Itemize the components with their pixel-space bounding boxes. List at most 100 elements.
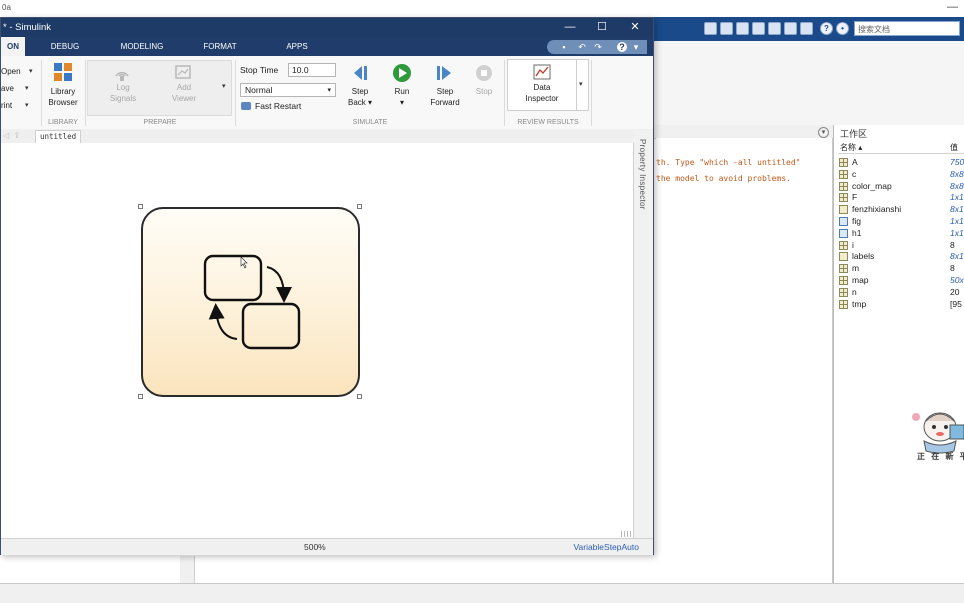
save-icon[interactable]: [704, 22, 717, 35]
tab-format[interactable]: FORMAT: [197, 37, 243, 56]
tab-simulation[interactable]: ON: [1, 37, 25, 56]
close-icon[interactable]: ✕: [618, 19, 652, 36]
stop-time-label: Stop Time: [240, 65, 279, 75]
column-value-header[interactable]: 值: [950, 142, 958, 153]
figure-icon: [839, 217, 848, 226]
variable-value: 20: [950, 286, 960, 297]
stop-button: Stop: [475, 87, 493, 96]
step-back-button[interactable]: Step Back ▾: [339, 86, 381, 108]
data-inspector-label: Data Inspector: [525, 83, 559, 103]
chevron-down-icon[interactable]: ▾: [631, 42, 641, 52]
variable-value: 8x1: [950, 204, 964, 215]
simulation-mode-select[interactable]: Normal ▾: [240, 83, 336, 97]
breadcrumb[interactable]: untitled: [35, 130, 82, 144]
minimize-icon[interactable]: —: [553, 19, 587, 36]
variable-value: 1x1: [950, 227, 964, 238]
tab-debug[interactable]: DEBUG: [43, 37, 87, 56]
workspace-variable-row[interactable]: h1 1x1: [838, 228, 964, 240]
tab-apps[interactable]: APPS: [279, 37, 315, 56]
resize-handle[interactable]: [138, 394, 143, 399]
matlab-close-icon[interactable]: —: [947, 1, 958, 13]
tab-modeling[interactable]: MODELING: [113, 37, 171, 56]
workspace-variable-row[interactable]: F 1x1: [838, 192, 964, 204]
canvas-scroll-grip[interactable]: [621, 531, 631, 537]
workspace-variable-row[interactable]: m8: [838, 263, 964, 275]
chevron-down-icon[interactable]: ▾: [29, 67, 33, 75]
workspace-variable-row[interactable]: c 8x8: [838, 169, 964, 181]
command-window-menu-icon[interactable]: ▾: [818, 127, 829, 138]
workspace-variable-row[interactable]: map 50x: [838, 275, 964, 287]
cell-icon: [839, 205, 848, 215]
open-button[interactable]: Open: [1, 67, 21, 76]
workspace-variable-row[interactable]: A 750: [838, 157, 964, 169]
variable-name: fig: [852, 216, 861, 226]
group-divider: [85, 60, 86, 126]
workspace-variable-row[interactable]: color_map 8x8: [838, 181, 964, 193]
undo-icon[interactable]: ↶: [577, 42, 587, 52]
prepare-gallery-expand-icon[interactable]: ▾: [222, 82, 226, 90]
data-inspector-dropdown[interactable]: ▾: [576, 59, 589, 111]
switch-windows-icon[interactable]: [800, 22, 813, 35]
command-window[interactable]: th. Type "which -all untitled" the model…: [656, 138, 833, 583]
navigation-arrows[interactable]: ◁ ⇧: [3, 131, 20, 140]
workspace-variable-row[interactable]: tmp [95: [838, 299, 964, 311]
mascot-caption: 正 在 新 平: [917, 452, 964, 461]
paste-icon[interactable]: [752, 22, 765, 35]
workspace-variable-row[interactable]: fig 1x1: [838, 216, 964, 228]
stateflow-chart-block[interactable]: [141, 207, 360, 397]
workspace-variable-row[interactable]: n 20: [838, 287, 964, 299]
property-inspector-tab[interactable]: Property Inspector: [634, 131, 653, 538]
step-back-icon[interactable]: [352, 64, 370, 82]
maximize-icon[interactable]: ☐: [585, 19, 619, 36]
variable-value: 50x: [950, 275, 964, 285]
chevron-down-icon[interactable]: ▾: [25, 101, 29, 109]
run-button[interactable]: Run ▾: [387, 86, 417, 108]
variable-value: 1x1: [950, 192, 964, 203]
library-browser-icon[interactable]: [54, 63, 72, 81]
save-button[interactable]: ave: [1, 84, 14, 93]
redo-icon[interactable]: [784, 22, 797, 35]
variable-name: n: [852, 286, 857, 297]
variable-name: tmp: [852, 298, 867, 309]
help-icon[interactable]: ?: [617, 42, 627, 52]
help-icon[interactable]: ?: [820, 22, 833, 35]
matrix-icon: [839, 193, 848, 203]
variable-value: 1x1: [950, 216, 964, 226]
workspace-variable-row[interactable]: fenzhixianshi 8x1: [838, 204, 964, 216]
matrix-icon: [839, 181, 848, 191]
resize-handle[interactable]: [357, 204, 362, 209]
run-icon[interactable]: [392, 63, 412, 83]
step-forward-icon[interactable]: [435, 64, 453, 82]
chevron-down-icon[interactable]: ▾: [25, 84, 29, 92]
redo-icon[interactable]: ↷: [593, 42, 603, 52]
chevron-down-icon: ▾: [579, 81, 583, 88]
workspace-variable-row[interactable]: i8: [838, 240, 964, 252]
resize-handle[interactable]: [357, 394, 362, 399]
library-browser-label[interactable]: Library Browser: [43, 86, 83, 108]
documentation-search-input[interactable]: 搜索文档: [854, 21, 960, 36]
solver-indicator[interactable]: VariableStepAuto: [573, 542, 639, 552]
cut-icon[interactable]: [720, 22, 733, 35]
data-inspector-button[interactable]: Data Inspector: [507, 59, 577, 111]
resize-handle[interactable]: [138, 204, 143, 209]
save-icon[interactable]: ▪: [559, 42, 569, 52]
copy-icon[interactable]: [736, 22, 749, 35]
fast-restart-button[interactable]: Fast Restart: [241, 101, 301, 111]
community-icon[interactable]: •: [836, 22, 849, 35]
undo-icon[interactable]: [768, 22, 781, 35]
state-transition-icon: [203, 254, 301, 350]
panel-splitter[interactable]: [180, 556, 195, 583]
workspace-variable-row[interactable]: labels 8x1: [838, 251, 964, 263]
column-name-header[interactable]: 名称 ▴: [840, 142, 862, 153]
variable-name: A: [852, 157, 858, 167]
step-forward-button[interactable]: Step Forward: [423, 86, 467, 108]
matrix-icon: [839, 276, 848, 285]
variable-name: F: [852, 192, 858, 203]
workspace-header: 名称 ▴ 值: [838, 140, 964, 154]
stop-time-input[interactable]: 10.0: [288, 63, 336, 77]
variable-name: color_map: [852, 180, 892, 191]
simulink-title-bar[interactable]: * - Simulink — ☐ ✕: [1, 18, 653, 37]
print-button[interactable]: rint: [1, 101, 12, 110]
group-divider: [591, 60, 592, 126]
quick-tools: ▪ ↶ ↷ ? ▾: [547, 40, 647, 54]
